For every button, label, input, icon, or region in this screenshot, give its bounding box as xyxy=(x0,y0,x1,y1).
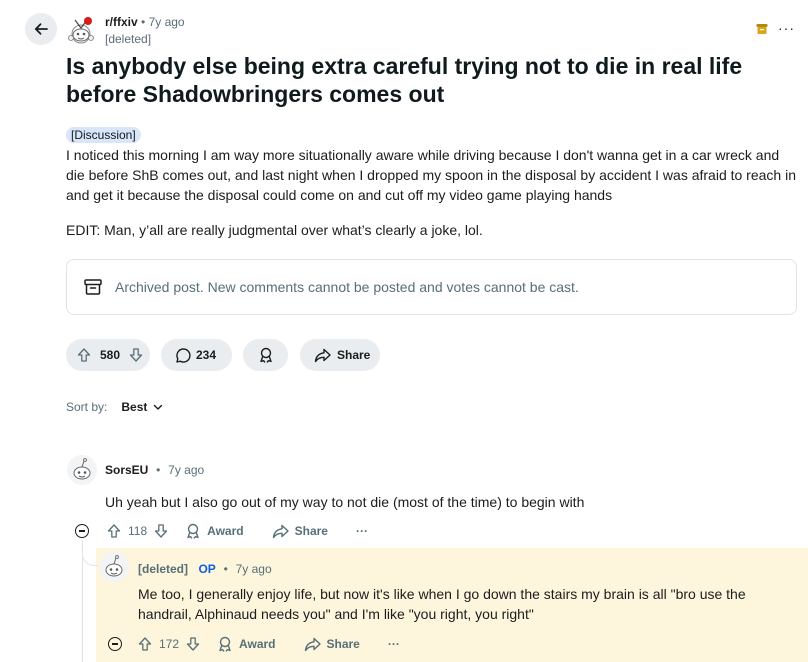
share-label: Share xyxy=(326,637,360,651)
award-button[interactable] xyxy=(243,339,288,371)
comment-time: 7y ago xyxy=(168,463,205,477)
share-button[interactable]: Share xyxy=(300,339,380,371)
comment-more-button[interactable]: ··· xyxy=(356,524,368,538)
post-author: [deleted] xyxy=(105,32,152,46)
post-title: Is anybody else being extra careful tryi… xyxy=(66,53,743,107)
post-body: I noticed this morning I am way more sit… xyxy=(66,147,796,203)
comment-body: Uh yeah but I also go out of my way to n… xyxy=(105,494,585,510)
comment-time: 7y ago xyxy=(235,562,272,576)
award-icon xyxy=(259,347,272,363)
post-edit-note: EDIT: Man, y’all are really judgmental o… xyxy=(66,222,483,238)
comment-bubble-icon xyxy=(176,347,191,363)
collapse-thread-button[interactable] xyxy=(75,524,89,538)
meta-dot: • xyxy=(152,463,164,477)
upvote-icon[interactable] xyxy=(106,523,122,539)
comment-actions: 118 Award Share ··· xyxy=(75,523,368,539)
back-button[interactable] xyxy=(25,13,57,45)
share-icon xyxy=(272,524,289,538)
post-more-button[interactable]: ··· xyxy=(778,20,795,36)
award-label: Award xyxy=(207,524,244,538)
thread-connector xyxy=(82,552,98,566)
post-time: 7y ago xyxy=(148,15,185,29)
archived-notice-text: Archived post. New comments cannot be po… xyxy=(115,279,579,295)
comment-share-button[interactable]: Share xyxy=(272,524,328,539)
comment-author[interactable]: SorsEU xyxy=(105,463,148,477)
upvote-icon[interactable] xyxy=(76,347,92,363)
sort-label: Sort by: xyxy=(66,400,108,414)
arrow-left-icon xyxy=(34,23,48,35)
share-icon xyxy=(314,348,331,362)
comment-share-button[interactable]: Share xyxy=(304,637,360,652)
comments-button[interactable]: 234 xyxy=(161,339,232,371)
comment-more-button[interactable]: ··· xyxy=(388,637,400,651)
post-meta: r/ffxiv • 7y ago xyxy=(105,15,185,29)
comment-vote-count: 172 xyxy=(159,637,180,651)
avatar[interactable] xyxy=(66,454,98,486)
op-badge: OP xyxy=(198,562,216,576)
comment-body: Me too, I generally enjoy life, but now … xyxy=(138,584,746,624)
archived-notice: Archived post. New comments cannot be po… xyxy=(66,259,797,315)
meta-dot: • xyxy=(220,562,232,576)
comment-body-line: Me too, I generally enjoy life, but now … xyxy=(138,586,746,602)
downvote-icon[interactable] xyxy=(128,347,144,363)
comment-header: SorsEU • 7y ago xyxy=(105,461,204,479)
collapse-thread-button[interactable] xyxy=(108,637,122,651)
post-vote-count: 580 xyxy=(99,348,121,362)
avatar[interactable] xyxy=(98,551,130,583)
sort-value: Best xyxy=(121,400,148,414)
chevron-down-icon xyxy=(154,404,163,410)
share-label: Share xyxy=(294,524,328,538)
award-icon xyxy=(187,523,199,539)
sort-control: Sort by: Best xyxy=(66,400,164,414)
upvote-icon[interactable] xyxy=(137,636,153,652)
archived-badge-icon xyxy=(756,24,768,34)
comment-body-line: handrail, Alphinaud needs you" and I'm l… xyxy=(138,606,534,622)
award-label: Award xyxy=(239,637,276,651)
comment-award-button[interactable]: Award xyxy=(185,523,244,539)
archive-icon xyxy=(84,279,102,295)
subreddit-link[interactable]: r/ffxiv xyxy=(105,15,138,29)
post-flair[interactable]: [Discussion] xyxy=(66,127,141,143)
share-icon xyxy=(304,637,321,651)
award-icon xyxy=(219,636,231,652)
post-vote-group: 580 xyxy=(66,339,150,371)
comment-actions: 172 Award Share ··· xyxy=(108,636,400,652)
meta-dot: • xyxy=(141,15,149,29)
share-label: Share xyxy=(337,348,371,362)
comment-header: [deleted] OP • 7y ago xyxy=(138,560,272,578)
downvote-icon[interactable] xyxy=(185,636,201,652)
subreddit-avatar[interactable] xyxy=(65,14,97,46)
comment-count: 234 xyxy=(196,348,217,362)
sort-dropdown[interactable]: Best xyxy=(121,400,164,414)
comment-author: [deleted] xyxy=(138,562,189,576)
comment-award-button[interactable]: Award xyxy=(217,636,276,652)
comment-vote-count: 118 xyxy=(128,524,148,538)
downvote-icon[interactable] xyxy=(153,523,169,539)
